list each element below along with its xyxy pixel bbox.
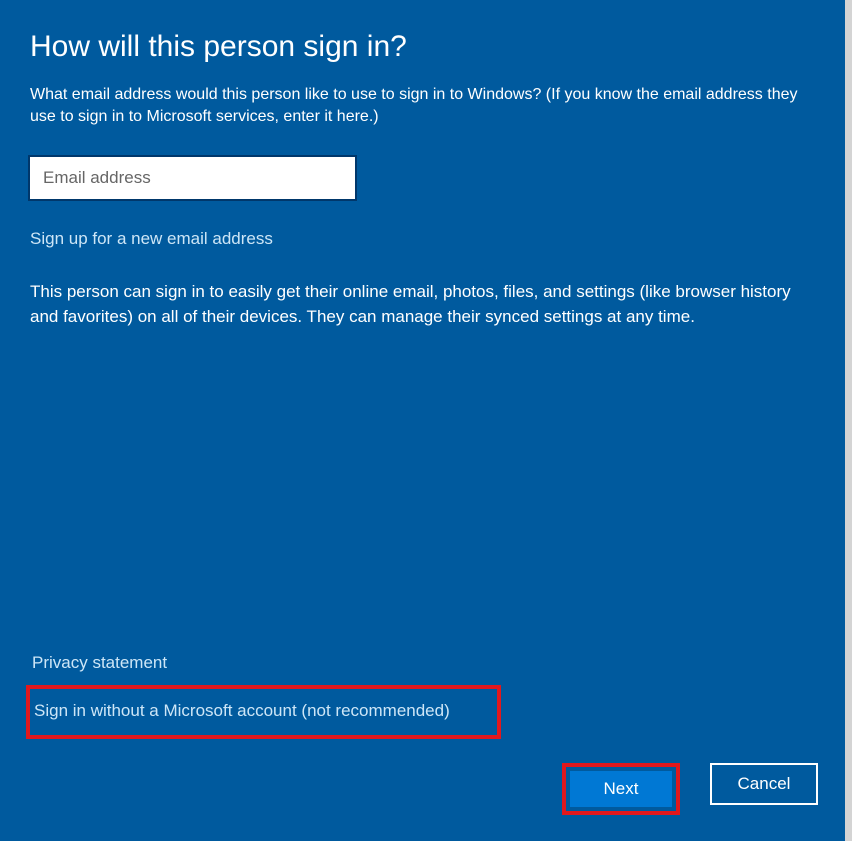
vertical-scrollbar[interactable] bbox=[845, 0, 852, 841]
dialog-title: How will this person sign in? bbox=[30, 30, 822, 64]
next-button[interactable]: Next bbox=[570, 771, 672, 807]
privacy-statement-link[interactable]: Privacy statement bbox=[32, 653, 822, 673]
sync-description: This person can sign in to easily get th… bbox=[30, 279, 822, 330]
annotation-highlight-next: Next bbox=[562, 763, 680, 815]
email-input[interactable] bbox=[30, 157, 355, 199]
annotation-highlight-no-account: Sign in without a Microsoft account (not… bbox=[26, 685, 501, 739]
cancel-button[interactable]: Cancel bbox=[710, 763, 818, 805]
dialog-subtitle: What email address would this person lik… bbox=[30, 84, 822, 129]
signup-new-email-link[interactable]: Sign up for a new email address bbox=[30, 229, 822, 249]
sign-in-without-account-link[interactable]: Sign in without a Microsoft account (not… bbox=[34, 701, 450, 721]
